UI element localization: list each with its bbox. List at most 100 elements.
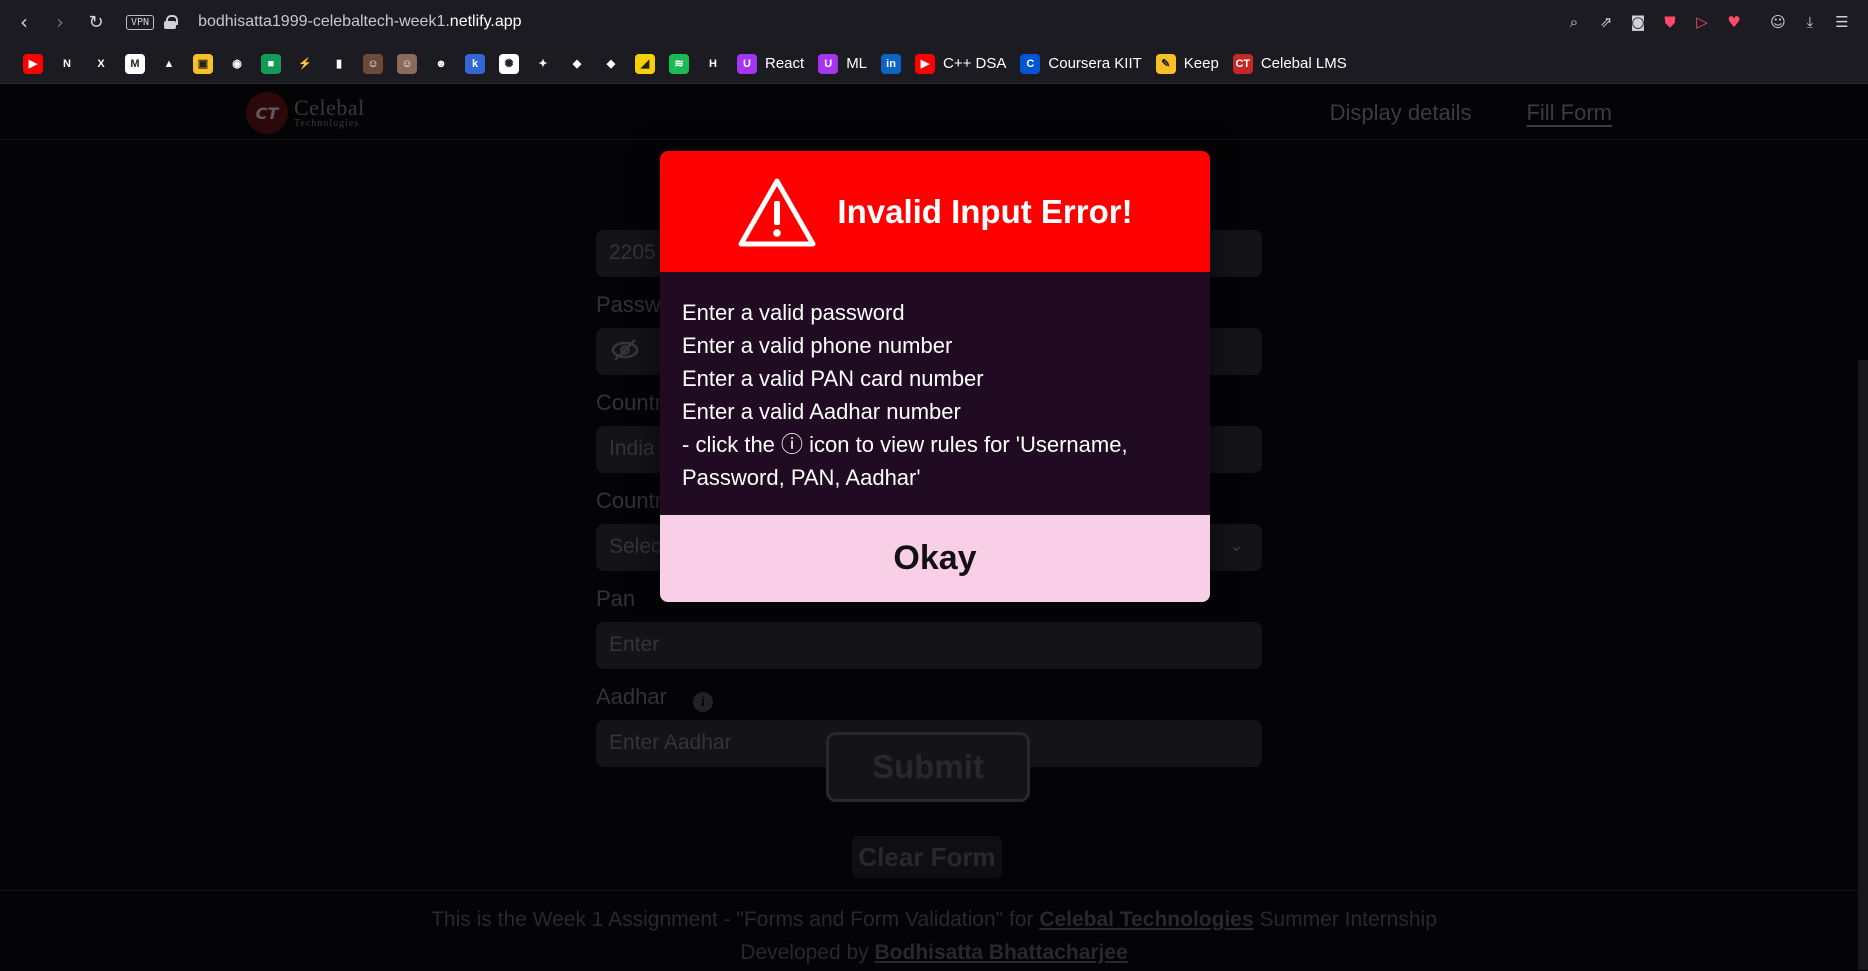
unity-two-icon: ◆ <box>601 53 621 74</box>
bookmark-item[interactable]: CT Celebal LMS <box>1226 49 1354 79</box>
bookmark-item[interactable]: ☺ <box>356 49 390 79</box>
bookmark-item[interactable]: ⚡ <box>288 49 322 79</box>
shield-icon[interactable]: ⛊ <box>1658 10 1682 34</box>
bookmark-label: C++ DSA <box>943 55 1007 72</box>
scrollbar[interactable] <box>1858 360 1868 970</box>
coursera-icon: C <box>1020 53 1041 74</box>
browser-toolbar: ‹ › ↻ VPN bodhisatta1999-celebaltech-wee… <box>0 0 1868 44</box>
smiley-icon: ☻ <box>431 53 451 74</box>
logo-text: Celebal Technologies <box>294 97 365 129</box>
spotify-icon: ≋ <box>669 53 689 74</box>
bookmark-item[interactable]: ■ <box>254 49 288 79</box>
chevron-down-icon: ⌄ <box>1228 535 1244 555</box>
profile-icon[interactable]: ☺ <box>1766 10 1790 34</box>
camera-icon[interactable]: ◙ <box>1626 10 1650 34</box>
eye-off-icon[interactable] <box>610 338 640 362</box>
bookmark-item[interactable]: ◉ <box>220 49 254 79</box>
drive-icon: ▲ <box>159 53 179 74</box>
error-line: Enter a valid phone number <box>682 333 953 358</box>
bookmark-item[interactable]: N <box>50 49 84 79</box>
hackerrank-icon: H <box>703 53 723 74</box>
bookmark-label: Keep <box>1183 55 1219 72</box>
send-icon[interactable]: ▷ <box>1690 10 1714 34</box>
footer-text-2: Summer Internship <box>1253 908 1437 931</box>
site-nav: Display details Fill Form <box>1330 100 1612 126</box>
modal-body: Enter a valid password Enter a valid pho… <box>660 272 1210 515</box>
settings-icon[interactable]: ☰ <box>1830 10 1854 34</box>
youtube-icon: ▶ <box>23 53 43 74</box>
toolbar-actions: ⌕ ⇗ ◙ ⛊ ▷ ♥ ☺ ⤓ ☰ <box>1562 0 1868 44</box>
bookmark-item[interactable]: U ML <box>811 49 874 79</box>
country-select-value: Select <box>609 535 668 558</box>
unity-icon: ◆ <box>567 53 587 74</box>
bookmark-item[interactable]: ≋ <box>662 49 696 79</box>
bookmark-item[interactable]: C Coursera KIIT <box>1013 49 1148 79</box>
error-line: Enter a valid PAN card number <box>682 366 984 391</box>
site-footer: This is the Week 1 Assignment - "Forms a… <box>0 890 1868 971</box>
bookmark-item[interactable]: ▮ <box>322 49 356 79</box>
bookmark-item[interactable]: X <box>84 49 118 79</box>
vpn-badge[interactable]: VPN <box>126 14 155 30</box>
warning-icon <box>738 178 816 246</box>
kite-icon: k <box>465 53 485 74</box>
forward-icon[interactable]: › <box>42 4 78 40</box>
bookmarks-bar: ▶ N X M ▲ ▣ ◉ ■ ⚡ ▮ ☺ ☺ ☻ k ✺ ✦ ◆ ◆ ◢ ≋ H U React U ML in ▶ C++ DSA… <box>0 44 1868 84</box>
lock-icon[interactable] <box>164 15 179 29</box>
modal-header: Invalid Input Error! <box>660 151 1210 272</box>
zoom-icon[interactable]: ⌕ <box>1562 10 1586 34</box>
pan-field[interactable]: Enter <box>596 622 1262 669</box>
url-prefix: bodhisatta1999-celebaltech-week1. <box>198 13 450 30</box>
netflix-icon: N <box>57 53 77 74</box>
bookmark-item[interactable]: ◆ <box>560 49 594 79</box>
x-icon: X <box>91 53 111 74</box>
linkedin-icon: in <box>881 53 902 74</box>
heart-icon[interactable]: ♥ <box>1722 10 1746 34</box>
bolt-icon: ⚡ <box>295 53 315 74</box>
bookmark-item[interactable]: k <box>458 49 492 79</box>
bookmark-label: Coursera KIIT <box>1048 55 1142 72</box>
bookmark-item[interactable]: ▲ <box>152 49 186 79</box>
bookmark-item[interactable]: ✺ <box>492 49 526 79</box>
keep-icon: ✎ <box>1155 53 1176 74</box>
bookmark-item[interactable]: ▣ <box>186 49 220 79</box>
github-icon: ◉ <box>227 53 247 74</box>
reload-icon[interactable]: ↻ <box>78 4 114 40</box>
bookmark-item[interactable]: ✎ Keep <box>1149 49 1226 79</box>
url-domain: netlify.app <box>449 13 522 30</box>
site-header: CT Celebal Technologies Display details … <box>0 84 1868 140</box>
bookmark-item[interactable]: H <box>696 49 730 79</box>
bookmark-item[interactable]: in <box>874 49 908 79</box>
bookmark-item[interactable]: ☻ <box>424 49 458 79</box>
footer-line-1: This is the Week 1 Assignment - "Forms a… <box>0 903 1868 936</box>
clear-form-button[interactable]: Clear Form <box>852 836 1002 878</box>
bookmark-item[interactable]: ☺ <box>390 49 424 79</box>
okay-button[interactable]: Okay <box>660 515 1210 602</box>
address-bar[interactable]: bodhisatta1999-celebaltech-week1.netlify… <box>198 13 521 31</box>
info-icon[interactable]: i <box>692 692 713 712</box>
submit-button[interactable]: Submit <box>826 732 1030 802</box>
developer-link[interactable]: Bodhisatta Bhattacharjee <box>875 941 1128 964</box>
bookmark-item[interactable]: ✦ <box>526 49 560 79</box>
nav-fill-form[interactable]: Fill Form <box>1526 100 1612 126</box>
back-icon[interactable]: ‹ <box>6 4 42 40</box>
bookmark-item[interactable]: ◆ <box>594 49 628 79</box>
share-icon[interactable]: ⇗ <box>1594 10 1618 34</box>
celebal-link[interactable]: Celebal Technologies <box>1039 908 1253 931</box>
bookmark-item[interactable]: M <box>118 49 152 79</box>
udemy-icon: U <box>737 53 757 74</box>
footer-text-3: Developed by <box>740 941 875 964</box>
logo-name: Celebal <box>294 95 365 120</box>
celebal-logo[interactable]: CT Celebal Technologies <box>246 92 365 134</box>
error-line: Enter a valid Aadhar number <box>682 399 961 424</box>
bookmark-label: Celebal LMS <box>1260 55 1347 72</box>
bookmark-item[interactable]: ◢ <box>628 49 662 79</box>
bookmark-item[interactable]: ▶ C++ DSA <box>908 49 1013 79</box>
nav-display-details[interactable]: Display details <box>1330 100 1472 126</box>
chatgpt-icon: ✺ <box>499 53 519 74</box>
avatar-two-icon: ☺ <box>397 53 417 74</box>
bookmark-item[interactable]: U React <box>730 49 811 79</box>
logo-sub: Technologies <box>294 118 360 129</box>
download-icon[interactable]: ⤓ <box>1798 10 1822 34</box>
bookmark-item[interactable]: ▶ <box>16 49 50 79</box>
gemini-icon: ✦ <box>533 53 553 74</box>
